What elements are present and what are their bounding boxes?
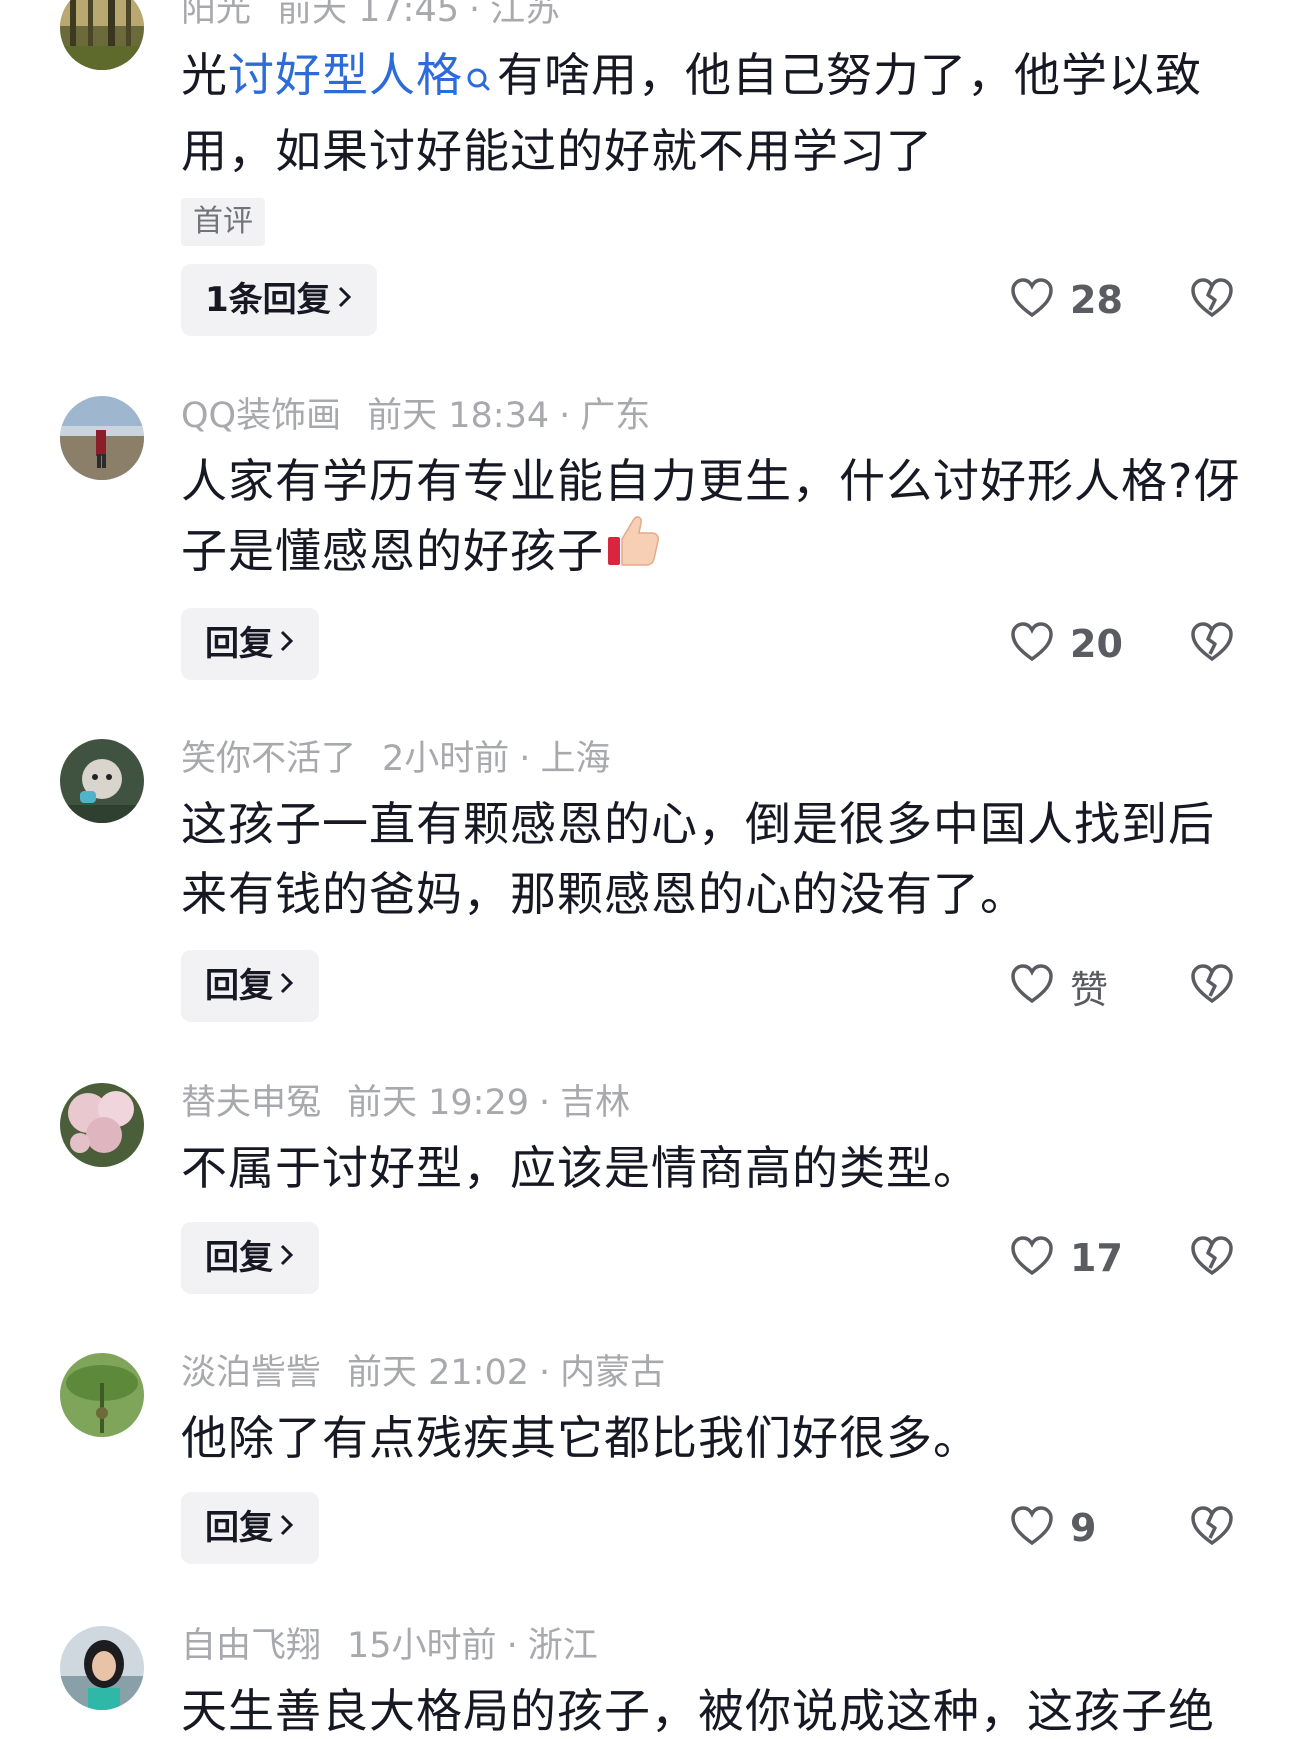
comment-item: 笑你不活了 2小时前 · 上海 这孩子一直有颗感恩的心，倒是很多中国人找到后来有钱的爸… <box>0 733 1290 1023</box>
username[interactable]: 阳光 <box>181 0 251 30</box>
comment-meta: 淡泊訾訾 前天 21:02 · 内蒙古 <box>181 1353 666 1393</box>
avatar[interactable] <box>60 1083 144 1167</box>
thumbs-up-emoji <box>604 511 662 588</box>
heart-outline-icon <box>1010 1236 1054 1280</box>
comment-meta: 替夫申冤 前天 19:29 · 吉林 <box>181 1083 631 1123</box>
heart-outline-icon <box>1010 622 1054 666</box>
comment-text: 这孩子一直有颗感恩的心，倒是很多中国人找到后来有钱的爸妈，那颗感恩的心的没有了。 <box>181 797 1215 921</box>
comment-item: QQ装饰画 前天 18:34 · 广东 人家有学历有专业能自力更生，什么讨好形人格?伢… <box>0 390 1290 680</box>
heart-outline-icon <box>1010 964 1054 1008</box>
comment-location: 江苏 <box>490 0 561 30</box>
like-button[interactable]: 赞 <box>1010 950 1108 1022</box>
keyword-link[interactable]: 讨好型人格 <box>228 48 463 102</box>
like-count: 20 <box>1070 622 1123 666</box>
comment-text: 光讨好型人格 有啥用，他自己努力了，他学以致用，如果讨好能过的好就不用学习了 <box>181 46 1202 178</box>
comment-location: 内蒙古 <box>560 1353 666 1393</box>
broken-heart-icon <box>1190 278 1234 322</box>
like-button[interactable]: 20 <box>1010 608 1123 680</box>
reply-button[interactable]: 回复 <box>181 608 319 680</box>
avatar[interactable] <box>60 1353 144 1437</box>
comment-text: 他除了有点残疾其它都比我们好很多。 <box>181 1411 980 1465</box>
username[interactable]: 自由飞翔 <box>181 1626 321 1666</box>
like-count: 28 <box>1070 278 1123 322</box>
username[interactable]: 笑你不活了 <box>181 739 356 779</box>
comment-location: 上海 <box>540 739 611 779</box>
comment-text: 人家有学历有专业能自力更生，什么讨好形人格?伢子是懂感恩的好孩子 <box>181 446 1241 588</box>
comment-time: 2小时前 <box>382 739 510 779</box>
heart-outline-icon <box>1010 1506 1054 1550</box>
avatar-landscape-image <box>60 396 144 480</box>
broken-heart-icon <box>1190 964 1234 1008</box>
comment-location: 浙江 <box>527 1626 598 1666</box>
avatar[interactable] <box>60 0 144 70</box>
comment-item: 替夫申冤 前天 19:29 · 吉林 不属于讨好型，应该是情商高的类型。 回复 17 <box>0 1077 1290 1297</box>
username[interactable]: QQ装饰画 <box>181 396 341 436</box>
search-icon[interactable] <box>465 46 491 116</box>
dislike-button[interactable] <box>1190 608 1234 680</box>
like-button[interactable]: 28 <box>1010 264 1123 336</box>
comment-time: 15小时前 <box>347 1626 497 1666</box>
chevron-right-icon <box>277 1491 297 1563</box>
chevron-right-icon <box>277 949 297 1021</box>
like-count: 赞 <box>1070 967 1109 1012</box>
like-count: 9 <box>1070 1506 1097 1550</box>
broken-heart-icon <box>1190 1506 1234 1550</box>
comment-text: 天生善良大格局的孩子，被你说成这种，这孩子绝 <box>181 1684 1215 1738</box>
comment-location: 广东 <box>580 396 651 436</box>
comment-meta: QQ装饰画 前天 18:34 · 广东 <box>181 396 651 436</box>
first-comment-tag: 首评 <box>181 198 265 246</box>
reply-button[interactable]: 回复 <box>181 1492 319 1564</box>
dislike-button[interactable] <box>1190 1222 1234 1294</box>
broken-heart-icon <box>1190 622 1234 666</box>
heart-outline-icon <box>1010 278 1054 322</box>
comment-item: 自由飞翔 15小时前 · 浙江 天生善良大格局的孩子，被你说成这种，这孩子绝 <box>0 1620 1290 1739</box>
comment-time: 前天 18:34 <box>367 396 550 436</box>
avatar-flowers-image <box>60 1083 144 1167</box>
view-replies-button[interactable]: 1条回复 <box>181 264 377 336</box>
chevron-right-icon <box>335 263 355 335</box>
comment-meta: 阳光 前天 17:45 · 江苏 <box>181 0 560 32</box>
dislike-button[interactable] <box>1190 1492 1234 1564</box>
comment-meta: 笑你不活了 2小时前 · 上海 <box>181 739 611 779</box>
dislike-button[interactable] <box>1190 264 1234 336</box>
avatar-pet-image <box>60 739 144 823</box>
comment-time: 前天 17:45 <box>277 0 460 30</box>
comment-time: 前天 19:29 <box>347 1083 530 1123</box>
broken-heart-icon <box>1190 1236 1234 1280</box>
like-button[interactable]: 17 <box>1010 1222 1123 1294</box>
reply-button[interactable]: 回复 <box>181 1222 319 1294</box>
like-count: 17 <box>1070 1236 1123 1280</box>
username[interactable]: 替夫申冤 <box>181 1083 321 1123</box>
avatar[interactable] <box>60 396 144 480</box>
reply-button[interactable]: 回复 <box>181 950 319 1022</box>
comment-text: 不属于讨好型，应该是情商高的类型。 <box>181 1141 980 1195</box>
avatar-forest-image <box>60 0 144 70</box>
dislike-button[interactable] <box>1190 950 1234 1022</box>
avatar-portrait-image <box>60 1626 144 1710</box>
avatar-leaf-image <box>60 1353 144 1437</box>
avatar[interactable] <box>60 739 144 823</box>
username[interactable]: 淡泊訾訾 <box>181 1353 321 1393</box>
chevron-right-icon <box>277 1221 297 1293</box>
like-button[interactable]: 9 <box>1010 1492 1096 1564</box>
avatar[interactable] <box>60 1626 144 1710</box>
comment-meta: 自由飞翔 15小时前 · 浙江 <box>181 1626 598 1666</box>
comment-time: 前天 21:02 <box>347 1353 530 1393</box>
comment-item: 淡泊訾訾 前天 21:02 · 内蒙古 他除了有点残疾其它都比我们好很多。 回复 9 <box>0 1347 1290 1567</box>
chevron-right-icon <box>277 607 297 679</box>
comment-location: 吉林 <box>560 1083 631 1123</box>
comment-item: 阳光 前天 17:45 · 江苏 光讨好型人格 有啥用，他自己努力了，他学以致用，如果讨… <box>0 0 1290 336</box>
